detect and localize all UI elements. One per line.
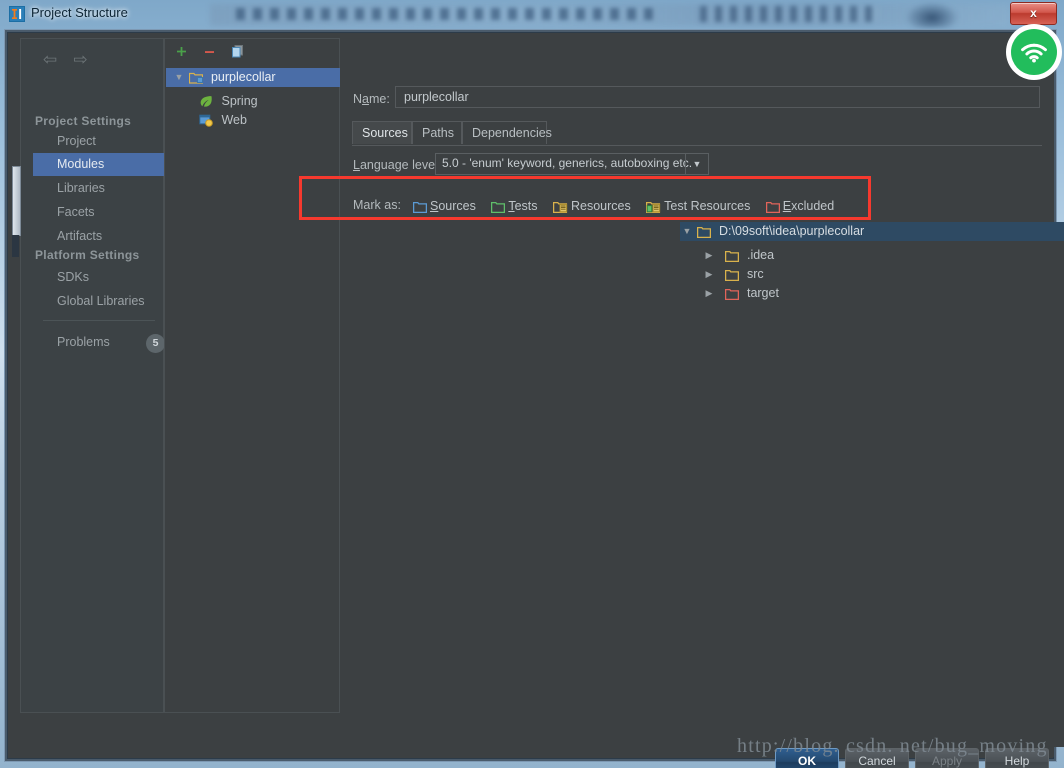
sidebar-heading-platform-settings: Platform Settings bbox=[35, 248, 140, 262]
folder-icon bbox=[725, 269, 740, 281]
language-level-select[interactable]: 5.0 - 'enum' keyword, generics, autoboxi… bbox=[435, 153, 709, 175]
tab-sources[interactable]: Sources bbox=[352, 121, 412, 144]
name-label: Name: bbox=[353, 92, 390, 106]
content-root-row[interactable]: ▼ D:\09soft\idea\purplecollar bbox=[680, 222, 1064, 241]
module-tree-item-label: purplecollar bbox=[210, 70, 276, 84]
back-arrow-icon[interactable]: ⇦ bbox=[37, 49, 63, 71]
sidebar-item-problems[interactable]: Problems bbox=[33, 331, 153, 354]
module-list-toolbar bbox=[169, 44, 250, 66]
copy-module-button[interactable] bbox=[226, 44, 250, 66]
module-facet-item-spring[interactable]: Spring bbox=[199, 92, 258, 111]
language-level-label: Language level: bbox=[353, 158, 442, 172]
sidebar-item-project[interactable]: Project bbox=[33, 130, 153, 153]
project-structure-window: Project Structure x ⇦ ⇨ Project Settings… bbox=[0, 0, 1064, 768]
folder-icon bbox=[697, 226, 712, 238]
spring-leaf-icon bbox=[199, 95, 213, 108]
wifi-signal-icon bbox=[1011, 29, 1057, 75]
sidebar-scrollbar-track[interactable] bbox=[12, 235, 19, 257]
settings-sidebar: ⇦ ⇨ Project Settings Project Modules Lib… bbox=[12, 38, 165, 713]
chevron-down-icon[interactable]: ▼ bbox=[685, 154, 708, 174]
module-facet-label: Spring bbox=[221, 94, 258, 108]
tree-row-target[interactable]: ▶ target bbox=[702, 284, 779, 303]
wifi-badge bbox=[1006, 24, 1062, 80]
chevron-right-icon[interactable]: ▶ bbox=[702, 284, 716, 303]
forward-arrow-icon[interactable]: ⇨ bbox=[67, 49, 93, 71]
add-module-button[interactable] bbox=[169, 44, 193, 66]
module-facet-label: Web bbox=[221, 113, 247, 127]
folder-icon bbox=[725, 250, 740, 262]
chevron-down-icon[interactable]: ▼ bbox=[680, 222, 694, 241]
language-level-value: 5.0 - 'enum' keyword, generics, autoboxi… bbox=[442, 156, 693, 170]
folder-excluded-icon bbox=[725, 288, 740, 300]
title-bar[interactable]: Project Structure x bbox=[0, 0, 1064, 28]
module-facet-item-web[interactable]: Web bbox=[199, 111, 247, 130]
content-roots-tree: ▼ D:\09soft\idea\purplecollar ▶ .idea ▶ bbox=[680, 222, 1064, 747]
sidebar-item-facets[interactable]: Facets bbox=[33, 201, 153, 224]
module-list-panel: ▼ purplecollar Spring Web bbox=[164, 38, 340, 713]
tree-row-src[interactable]: ▶ src bbox=[702, 265, 764, 284]
chevron-right-icon[interactable]: ▶ bbox=[702, 265, 716, 284]
sidebar-item-global-libraries[interactable]: Global Libraries bbox=[33, 290, 173, 313]
tree-row-idea[interactable]: ▶ .idea bbox=[702, 246, 774, 265]
sidebar-item-sdks[interactable]: SDKs bbox=[33, 266, 153, 289]
module-tabs: Sources Paths Dependencies bbox=[352, 121, 1042, 146]
tree-row-label: .idea bbox=[746, 248, 775, 262]
module-name-input[interactable]: purplecollar bbox=[395, 86, 1040, 108]
remove-module-button[interactable] bbox=[197, 44, 221, 66]
intellij-idea-icon bbox=[9, 6, 25, 22]
sidebar-item-modules[interactable]: Modules bbox=[33, 153, 165, 176]
sidebar-item-artifacts[interactable]: Artifacts bbox=[33, 225, 153, 248]
module-tree-item-purplecollar[interactable]: ▼ purplecollar bbox=[166, 68, 340, 87]
tab-dependencies[interactable]: Dependencies bbox=[462, 121, 552, 144]
module-folder-icon bbox=[189, 71, 204, 84]
close-icon[interactable]: x bbox=[1010, 2, 1057, 25]
web-facet-icon bbox=[199, 114, 213, 127]
sidebar-scrollbar-thumb[interactable] bbox=[12, 166, 21, 236]
sidebar-heading-project-settings: Project Settings bbox=[35, 114, 132, 128]
sidebar-divider bbox=[43, 320, 155, 321]
watermark-text: http://blog. csdn. net/bug_moving bbox=[737, 735, 1048, 757]
tab-paths[interactable]: Paths bbox=[412, 121, 462, 144]
sidebar-nav-buttons: ⇦ ⇨ bbox=[37, 49, 93, 71]
problems-count-badge: 5 bbox=[146, 334, 165, 353]
dialog-client-area: ⇦ ⇨ Project Settings Project Modules Lib… bbox=[9, 34, 1064, 768]
chevron-right-icon[interactable]: ▶ bbox=[702, 246, 716, 265]
annotation-highlight-box bbox=[299, 176, 871, 220]
tree-row-label: target bbox=[746, 286, 779, 300]
window-title: Project Structure bbox=[31, 5, 128, 20]
sidebar-item-libraries[interactable]: Libraries bbox=[33, 177, 153, 200]
content-root-label: D:\09soft\idea\purplecollar bbox=[718, 224, 865, 238]
tree-row-label: src bbox=[746, 267, 764, 281]
chevron-down-icon[interactable]: ▼ bbox=[172, 68, 186, 87]
